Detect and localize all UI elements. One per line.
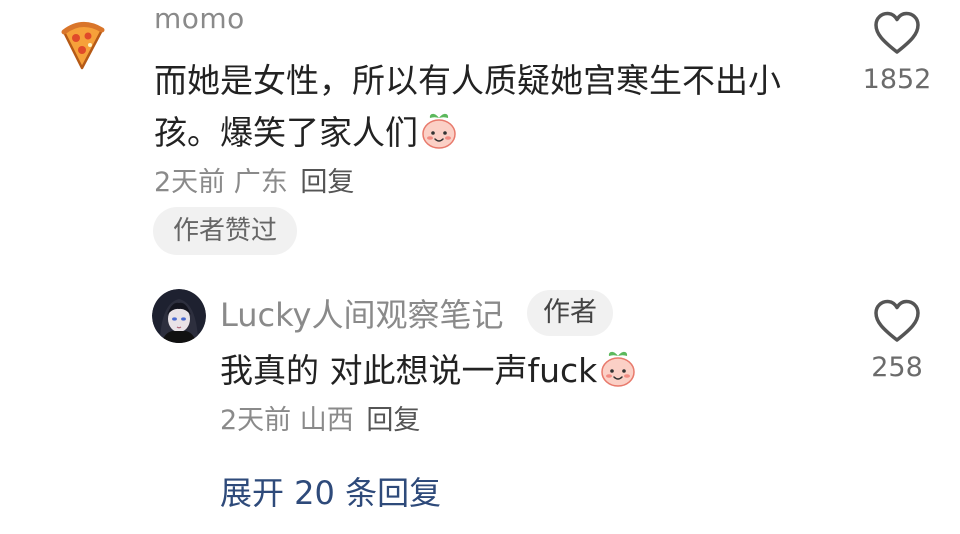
expand-replies-link[interactable]: 展开 20 条回复 [220, 468, 441, 514]
reply-button[interactable]: 回复 [366, 405, 420, 436]
reply-time: 2天前 [220, 405, 292, 436]
heart-icon[interactable] [872, 298, 922, 344]
comment-body: 而她是女性，所以有人质疑她宫寒生不出小孩。爆笑了家人们 [154, 61, 781, 152]
pizza-icon [61, 22, 105, 70]
heart-icon[interactable] [872, 10, 922, 56]
author-liked-badge: 作者赞过 [153, 207, 298, 255]
like-count: 1852 [862, 64, 932, 95]
comment-location: 广东 [233, 167, 288, 198]
author-badge: 作者 [527, 290, 613, 336]
anime-girl-avatar-icon [152, 289, 206, 343]
comment-text: 而她是女性，所以有人质疑她宫寒生不出小孩。爆笑了家人们 [154, 55, 814, 159]
reply-button[interactable]: 回复 [300, 167, 354, 198]
avatar[interactable] [52, 12, 112, 72]
reply-text: 我真的 对此想说一声fuck [220, 345, 637, 397]
reply-username[interactable]: Lucky人间观察笔记 [220, 290, 503, 336]
comment-meta: 2天前 广东 回复 [154, 160, 354, 199]
avatar[interactable] [152, 289, 206, 343]
like-count: 258 [871, 352, 923, 383]
comment-like[interactable]: 1852 [852, 10, 942, 95]
comment-username[interactable]: momo [154, 2, 245, 35]
reply-body: 我真的 对此想说一声fuck [220, 351, 598, 390]
smiling-peach-emoji-icon [599, 348, 637, 388]
reply-meta: 2天前 山西 回复 [220, 398, 420, 437]
reply-like[interactable]: 258 [852, 298, 942, 383]
comment-time: 2天前 [154, 167, 226, 198]
smiling-peach-emoji-icon [420, 110, 458, 150]
reply-location: 山西 [299, 405, 354, 436]
